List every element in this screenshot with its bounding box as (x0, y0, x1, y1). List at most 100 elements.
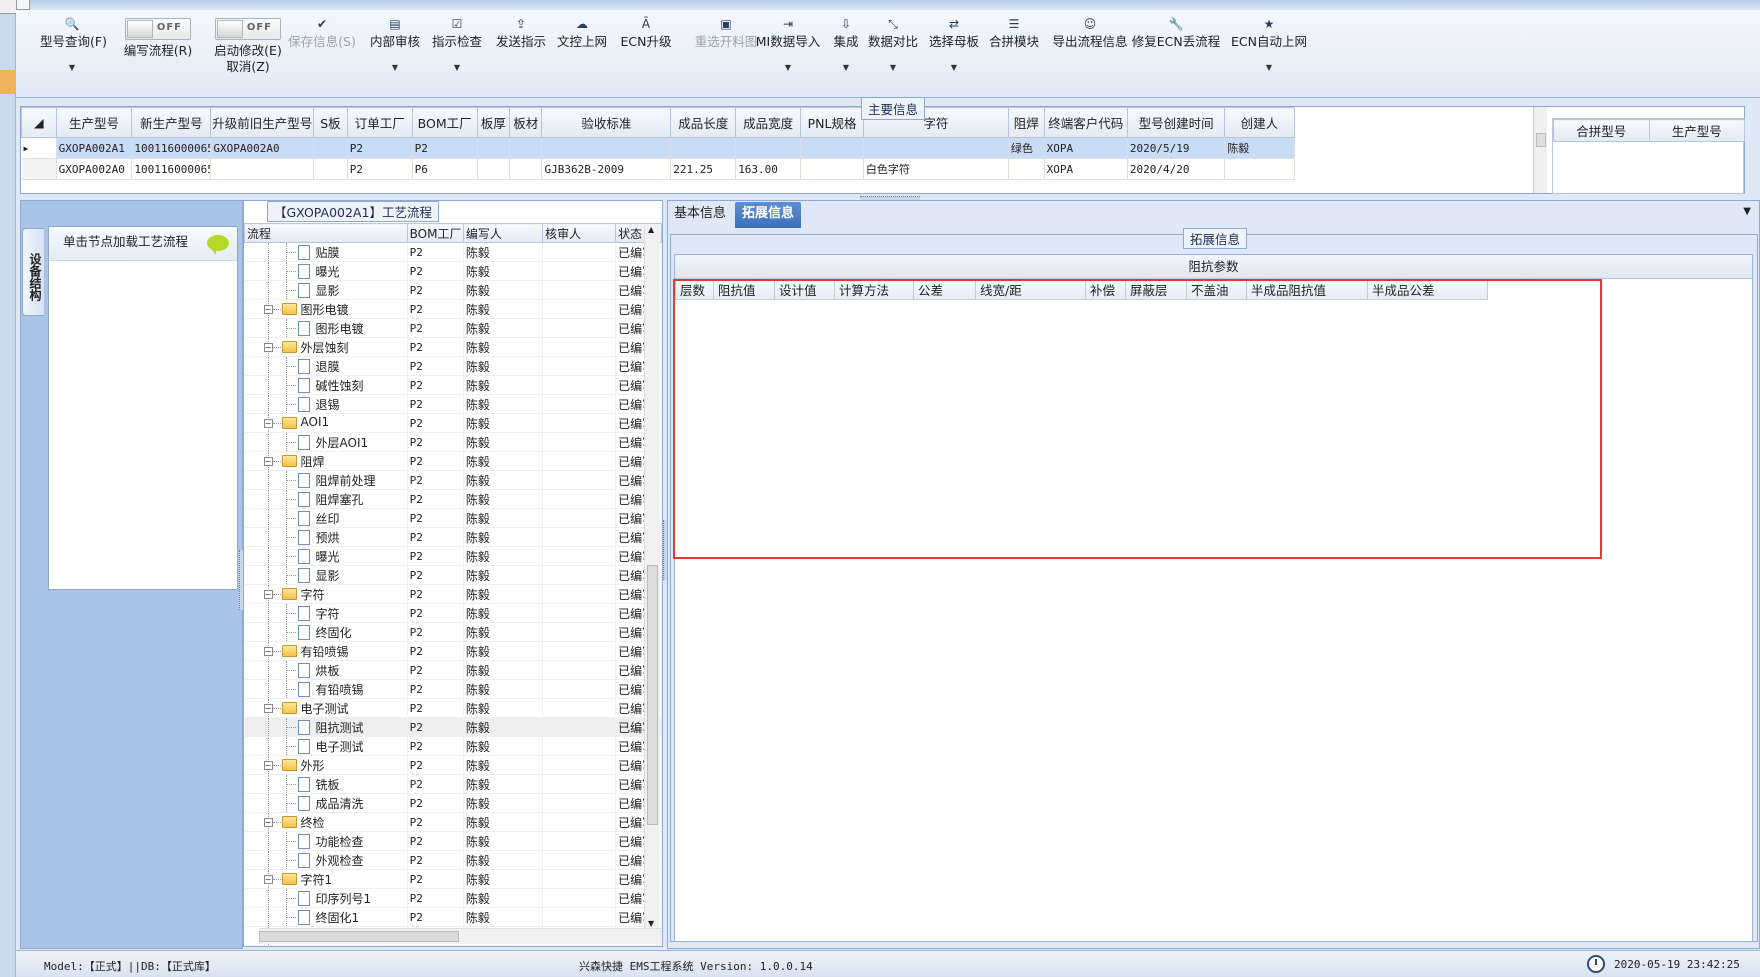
list-item[interactable]: − 字符 P2 陈毅 已编写 (244, 584, 662, 604)
column-header[interactable]: 成品宽度 (735, 107, 802, 138)
table-cell[interactable]: GXOPA002A0 (56, 158, 133, 180)
table-cell[interactable] (1008, 158, 1045, 180)
dropdown-arrow-icon[interactable]: ▼ (925, 62, 983, 74)
table-row[interactable]: GXOPA002A010011600006570 P2P6 GJB362B-2009… (21, 158, 1541, 180)
list-item[interactable]: 阻焊塞孔 P2 陈毅 已编写 (244, 489, 662, 509)
table-cell[interactable]: XOPA (1044, 158, 1128, 180)
list-item[interactable]: − 终检 P2 陈毅 已编写 (244, 812, 662, 832)
tab-dropdown-icon[interactable]: ▼ (1743, 206, 1751, 217)
scroll-up-icon[interactable]: ▲ (648, 225, 654, 234)
table-cell[interactable] (477, 158, 511, 180)
tree-node[interactable]: 阻焊前处理 (244, 470, 408, 490)
column-header[interactable]: 型号创建时间 (1126, 107, 1226, 138)
tree-node[interactable]: 铣板 (244, 774, 408, 794)
list-item[interactable]: 显影 P2 陈毅 已编写 (244, 280, 662, 300)
h-scroll-thumb[interactable] (259, 931, 459, 942)
collapse-icon[interactable]: − (263, 419, 273, 428)
list-item[interactable]: 电子测试 P2 陈毅 已编写 (244, 736, 662, 756)
table-cell[interactable]: 10011600006570 (131, 137, 212, 159)
tree-node[interactable]: 印序列号1 (244, 888, 408, 908)
collapse-icon[interactable]: − (263, 343, 273, 352)
export-flow-button[interactable]: ☺ 导出流程信息 (1049, 10, 1131, 98)
list-item[interactable]: 阻抗测试 P2 陈毅 已编写 (244, 717, 662, 737)
table-cell[interactable] (541, 137, 672, 159)
doc-upload-button[interactable]: ☁ 文控上网 (553, 10, 611, 98)
table-cell[interactable] (313, 158, 348, 180)
tree-node[interactable]: 碱性蚀刻 (244, 375, 408, 395)
process-horizontal-scrollbar[interactable] (259, 928, 661, 944)
list-item[interactable]: − 字符1 P2 陈毅 已编写 (244, 869, 662, 889)
table-row[interactable]: ▶GXOPA002A110011600006570GXOPA002A0 P2P2 绿… (21, 137, 1541, 159)
table-cell[interactable] (210, 158, 315, 180)
collapse-icon[interactable]: − (263, 875, 273, 884)
tab-device-structure[interactable]: 设备结构 (22, 228, 44, 316)
list-item[interactable]: 退膜 P2 陈毅 已编写 (244, 356, 662, 376)
model-query-button[interactable]: 🔍 型号查询(F) ▼ (40, 10, 107, 98)
column-header[interactable]: 成品长度 (670, 107, 737, 138)
column-header[interactable]: 升级前旧生产型号 (210, 107, 315, 138)
instruction-check-button[interactable]: ☑ 指示检查 ▼ (428, 10, 486, 98)
table-cell[interactable]: 221.25 (670, 158, 737, 180)
table-cell[interactable]: P2 (347, 158, 413, 180)
tree-node[interactable]: − 外层蚀刻 (244, 337, 408, 357)
collapse-icon[interactable]: − (263, 761, 273, 770)
list-item[interactable]: 有铅喷锡 P2 陈毅 已编写 (244, 679, 662, 699)
list-item[interactable]: 字符 P2 陈毅 已编写 (244, 603, 662, 623)
list-item[interactable]: 退锡 P2 陈毅 已编写 (244, 394, 662, 414)
list-item[interactable]: 终固化1 P2 陈毅 已编写 (244, 907, 662, 927)
list-item[interactable]: − 图形电镀 P2 陈毅 已编写 (244, 299, 662, 319)
table-cell[interactable]: 绿色 (1008, 137, 1045, 159)
tab-extended-info[interactable]: 拓展信息 (735, 202, 802, 228)
tree-node[interactable]: 曝光 (244, 261, 408, 281)
table-cell[interactable] (863, 137, 1009, 159)
write-flow-button[interactable]: OFF 编写流程(R) (120, 10, 196, 98)
data-compare-button[interactable]: ⤡ 数据对比 ▼ (864, 10, 922, 98)
list-item[interactable]: − 外层蚀刻 P2 陈毅 已编写 (244, 337, 662, 357)
table-cell[interactable] (477, 137, 511, 159)
tree-node[interactable]: 功能检查 (244, 831, 408, 851)
ecn-auto-button[interactable]: ★ ECN自动上网 ▼ (1231, 10, 1307, 98)
save-info-button[interactable]: ✔ 保存信息(S) (284, 10, 360, 98)
tree-node[interactable]: − 有铅喷锡 (244, 641, 408, 661)
collapse-icon[interactable]: − (263, 305, 273, 314)
tree-node[interactable]: 有铅喷锡 (244, 679, 408, 699)
merge-column-header[interactable]: 合拼型号 (1553, 119, 1650, 142)
column-header[interactable]: BOM工厂 (406, 223, 464, 243)
start-modify-toggle[interactable]: OFF (215, 18, 281, 40)
dropdown-arrow-icon[interactable]: ▼ (428, 62, 486, 74)
merge-column-header[interactable]: 生产型号 (1648, 119, 1745, 142)
list-item[interactable]: 显影 P2 陈毅 已编写 (244, 565, 662, 585)
scroll-thumb[interactable] (647, 565, 658, 825)
send-instruction-button[interactable]: ⇪ 发送指示 (492, 10, 550, 98)
table-cell[interactable] (735, 137, 802, 159)
table-cell[interactable]: 陈毅 (1224, 137, 1295, 159)
dropdown-arrow-icon[interactable]: ▼ (40, 62, 104, 74)
column-header[interactable]: 流程 (244, 223, 408, 243)
tree-node[interactable]: 退膜 (244, 356, 408, 376)
collapse-icon[interactable]: − (263, 704, 273, 713)
dropdown-arrow-icon[interactable]: ▼ (1231, 62, 1307, 74)
tree-node[interactable]: 烘板 (244, 660, 408, 680)
column-header[interactable]: 订单工厂 (346, 107, 413, 138)
tree-node[interactable]: 外观检查 (244, 850, 408, 870)
tree-node[interactable]: − 外形 (244, 755, 408, 775)
mi-import-button[interactable]: ⇥ MI数据导入 ▼ (751, 10, 825, 98)
table-cell[interactable]: P2 (412, 137, 478, 159)
column-header[interactable]: BOM工厂 (411, 107, 478, 138)
column-header[interactable]: 板厚 (476, 107, 511, 138)
table-cell[interactable]: 2020/5/19 (1127, 137, 1226, 159)
list-item[interactable]: − 外形 P2 陈毅 已编写 (244, 755, 662, 775)
table-cell[interactable]: 2020/4/20 (1127, 158, 1226, 180)
tree-node[interactable]: 退锡 (244, 394, 408, 414)
tree-node[interactable]: 外层AOI1 (244, 432, 408, 452)
table-cell[interactable]: GJB362B-2009 (541, 158, 672, 180)
table-cell[interactable] (670, 137, 737, 159)
table-cell[interactable]: 10011600006570 (131, 158, 212, 180)
select-master-button[interactable]: ⇄ 选择母板 ▼ (925, 10, 983, 98)
table-cell[interactable] (1224, 158, 1295, 180)
tree-node[interactable]: 终固化1 (244, 907, 408, 927)
tree-node[interactable]: 字符 (244, 603, 408, 623)
integrate-button[interactable]: ⇩ 集成 ▼ (826, 10, 866, 98)
tree-node[interactable]: 图形电镀 (244, 318, 408, 338)
collapse-icon[interactable]: − (263, 590, 273, 599)
